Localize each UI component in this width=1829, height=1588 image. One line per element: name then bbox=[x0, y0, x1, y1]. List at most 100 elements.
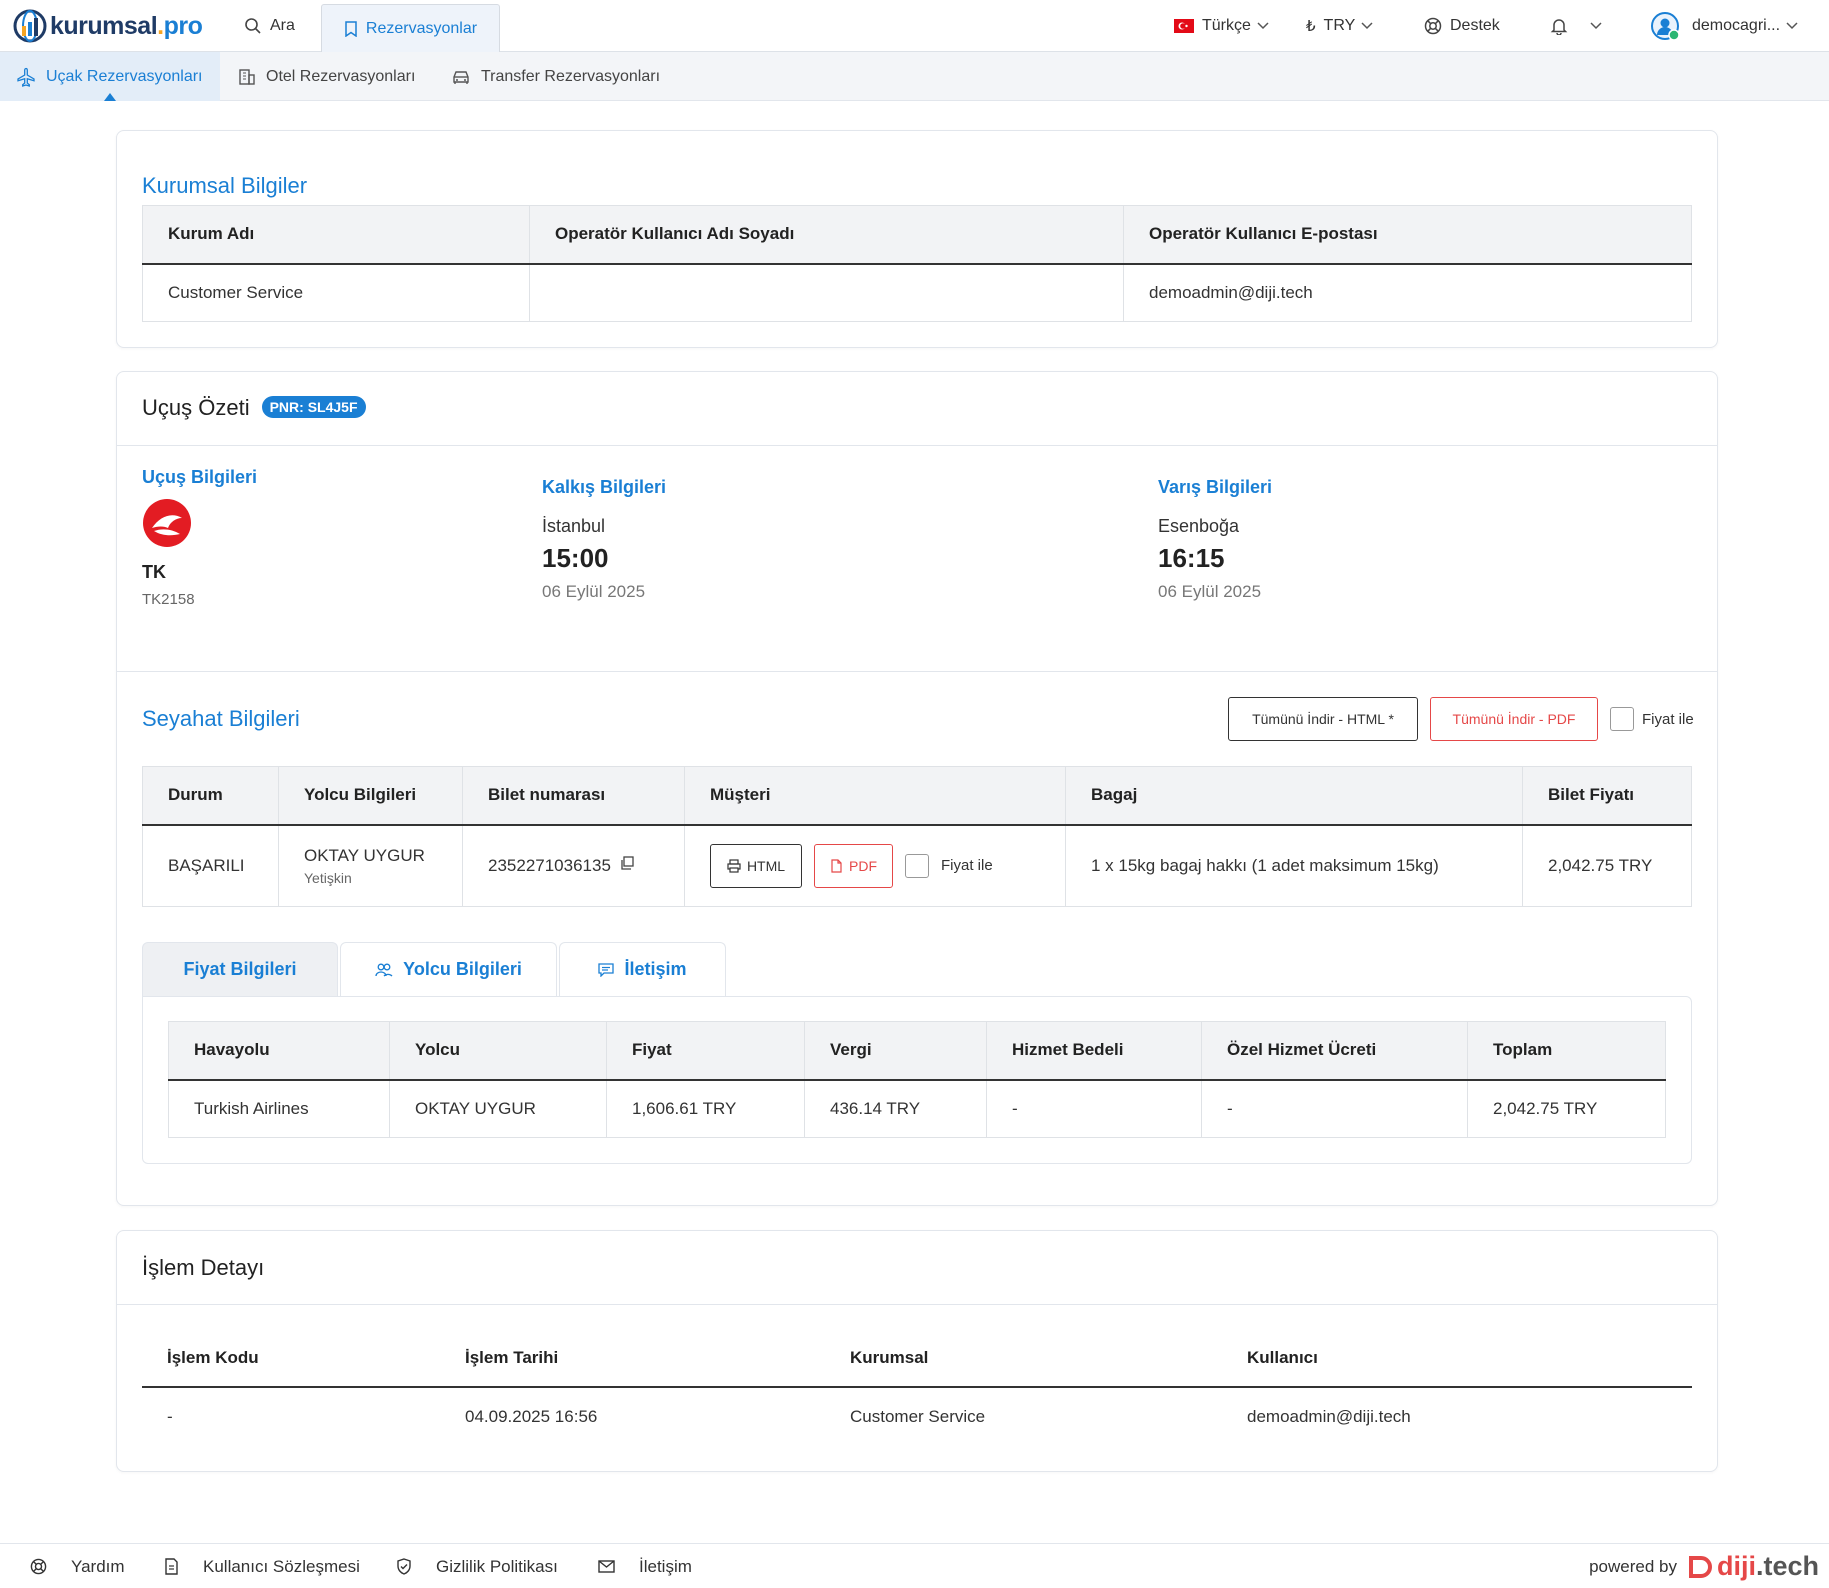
tab-passenger-info[interactable]: Yolcu Bilgileri bbox=[340, 942, 557, 996]
divider bbox=[117, 671, 1717, 672]
col-header: Kullanıcı bbox=[1222, 1329, 1692, 1388]
customer-with-price-checkbox[interactable] bbox=[905, 853, 929, 878]
col-header: Özel Hizmet Ücreti bbox=[1201, 1021, 1468, 1081]
col-header: Durum bbox=[142, 766, 279, 826]
flight-summary-header: Uçuş Özeti PNR: SL4J5F bbox=[117, 372, 1717, 446]
user-label: democagri... bbox=[1692, 17, 1781, 34]
support-label: Destek bbox=[1450, 17, 1500, 34]
subnav-flight[interactable]: Uçak Rezervasyonları bbox=[0, 52, 220, 101]
subnav-flight-label: Uçak Rezervasyonları bbox=[46, 67, 203, 85]
table-row: BAŞARILI OKTAY UYGUR Yetişkin 2352271036… bbox=[142, 824, 1692, 907]
with-price-checkbox[interactable] bbox=[1610, 707, 1634, 731]
flight-summary-title: Uçuş Özeti bbox=[142, 395, 250, 420]
language-selector[interactable]: Türkçe bbox=[1174, 0, 1277, 52]
baggage-cell: 1 x 15kg bagaj hakkı (1 adet maksimum 15… bbox=[1065, 824, 1523, 907]
cell: 04.09.2025 16:56 bbox=[465, 1406, 598, 1426]
tab-contact[interactable]: İletişim bbox=[559, 942, 726, 996]
corporate-info-table: Kurum Adı Operatör Kullanıcı Adı Soyadı … bbox=[142, 205, 1692, 322]
footer: Yardım Kullanıcı Sözleşmesi Gizlilik Pol… bbox=[0, 1543, 1829, 1588]
footer-terms-label: Kullanıcı Sözleşmesi bbox=[203, 1556, 360, 1576]
tab-price-label: Fiyat Bilgileri bbox=[183, 959, 297, 979]
footer-contact-label: İletişim bbox=[639, 1556, 692, 1576]
active-caret bbox=[104, 93, 116, 101]
transaction-header: İşlem Detayı bbox=[117, 1231, 1717, 1305]
notifications-button[interactable] bbox=[1550, 0, 1610, 52]
flight-summary-card: Uçuş Özeti PNR: SL4J5F Uçuş Bilgileri TK … bbox=[116, 371, 1718, 1206]
subnav-hotel-label: Otel Rezervasyonları bbox=[266, 67, 416, 85]
customer-html-label: HTML bbox=[746, 857, 786, 874]
col-header: İşlem Kodu bbox=[142, 1329, 440, 1388]
passenger-cell: OKTAY UYGUR Yetişkin bbox=[278, 824, 463, 907]
footer-contact-link[interactable]: İletişim bbox=[598, 1544, 692, 1588]
chevron-down-icon bbox=[1590, 22, 1602, 30]
footer-help-link[interactable]: Yardım bbox=[30, 1544, 125, 1588]
arrival-date: 06 Eylül 2025 bbox=[1158, 582, 1262, 601]
col-header: Kurum Adı bbox=[142, 205, 530, 265]
customer-html-button[interactable]: HTML bbox=[710, 843, 802, 888]
transaction-table-wrap: İşlem Kodu İşlem Tarihi Kurumsal Kullanı… bbox=[142, 1329, 1692, 1445]
currency-label: TRY bbox=[1323, 17, 1356, 34]
shield-check-icon bbox=[397, 1558, 411, 1575]
powered-by: powered by diji .tech bbox=[1589, 1544, 1819, 1588]
airplane-icon bbox=[17, 67, 35, 87]
col-header: Bilet Fiyatı bbox=[1522, 766, 1692, 826]
col-header: Fiyat bbox=[606, 1021, 805, 1081]
search-icon bbox=[245, 18, 261, 34]
col-header: Vergi bbox=[804, 1021, 987, 1081]
customer-pdf-button[interactable]: PDF bbox=[814, 843, 893, 888]
cell: demoadmin@diji.tech bbox=[1247, 1406, 1411, 1426]
customer-cell: HTML PDF Fiyat ile bbox=[684, 824, 1066, 907]
customer-actions: HTML PDF Fiyat ile bbox=[710, 843, 1040, 888]
cell: Customer Service bbox=[142, 263, 530, 322]
brand-name: kurumsal.pro bbox=[50, 11, 203, 40]
document-icon bbox=[165, 1558, 178, 1575]
passenger-name: OKTAY UYGUR bbox=[304, 845, 425, 865]
arrival-info: Varış Bilgileri Esenboğa 16:15 06 Eylül … bbox=[1158, 477, 1272, 602]
car-icon bbox=[453, 70, 469, 84]
footer-privacy-link[interactable]: Gizlilik Politikası bbox=[396, 1544, 558, 1588]
globe-logo-icon bbox=[13, 9, 47, 43]
flight-info-label: Uçuş Bilgileri bbox=[142, 467, 258, 487]
download-all-html-button[interactable]: Tümünü İndir - HTML * bbox=[1228, 697, 1418, 741]
flight-number: TK2158 bbox=[142, 591, 195, 608]
diji-brand-tail: .tech bbox=[1755, 1551, 1819, 1581]
nav-support[interactable]: Destek bbox=[1424, 0, 1500, 52]
ticket-price-cell: 2,042.75 TRY bbox=[1522, 824, 1692, 907]
nav-search[interactable]: Ara bbox=[244, 0, 295, 52]
transaction-title: İşlem Detayı bbox=[142, 1255, 265, 1280]
flight-summary-heading: Uçuş Özeti PNR: SL4J5F bbox=[142, 395, 366, 421]
col-header: Operatör Kullanıcı Adı Soyadı bbox=[529, 205, 1124, 265]
subnav-transfer-label: Transfer Rezervasyonları bbox=[481, 67, 661, 85]
building-icon bbox=[239, 68, 255, 85]
user-menu[interactable]: democagri... bbox=[1650, 0, 1806, 52]
diji-brand-main: diji bbox=[1716, 1551, 1756, 1581]
departure-city: İstanbul bbox=[542, 516, 606, 536]
nav-reservations-label: Rezervasyonlar bbox=[365, 19, 478, 37]
table-row: - 04.09.2025 16:56 Customer Service demo… bbox=[142, 1387, 1692, 1445]
with-price-label: Fiyat ile bbox=[1642, 710, 1694, 728]
copy-icon[interactable] bbox=[620, 856, 634, 870]
download-all-pdf-button[interactable]: Tümünü İndir - PDF bbox=[1430, 697, 1598, 741]
tab-price-info[interactable]: Fiyat Bilgileri bbox=[142, 942, 338, 996]
bookmark-icon bbox=[345, 20, 357, 37]
col-header: Müşteri bbox=[684, 766, 1066, 826]
cell: demoadmin@diji.tech bbox=[1123, 263, 1692, 322]
col-header: Kurumsal bbox=[825, 1329, 1222, 1388]
currency-selector[interactable]: ₺ TRY bbox=[1306, 0, 1381, 52]
departure-time: 15:00 bbox=[542, 543, 609, 573]
col-header: Hizmet Bedeli bbox=[986, 1021, 1202, 1081]
footer-terms-link[interactable]: Kullanıcı Sözleşmesi bbox=[164, 1544, 360, 1588]
table-header-row: Havayolu Yolcu Fiyat Vergi Hizmet Bedeli… bbox=[168, 1021, 1666, 1081]
cell: 2,042.75 TRY bbox=[1467, 1079, 1666, 1138]
diji-tech-logo[interactable]: diji .tech bbox=[1687, 1551, 1819, 1582]
cell bbox=[529, 263, 1124, 322]
nav-reservations[interactable]: Rezervasyonlar bbox=[321, 4, 500, 52]
col-header: Toplam bbox=[1467, 1021, 1666, 1081]
airline-code: TK bbox=[142, 562, 166, 582]
subnav-transfer[interactable]: Transfer Rezervasyonları bbox=[451, 52, 660, 101]
brand-logo[interactable]: kurumsal.pro bbox=[12, 8, 203, 44]
turkish-airlines-logo-icon bbox=[143, 499, 191, 547]
subnav-hotel[interactable]: Otel Rezervasyonları bbox=[238, 52, 415, 101]
col-header: Operatör Kullanıcı E-postası bbox=[1123, 205, 1692, 265]
col-header: İşlem Tarihi bbox=[440, 1329, 825, 1388]
